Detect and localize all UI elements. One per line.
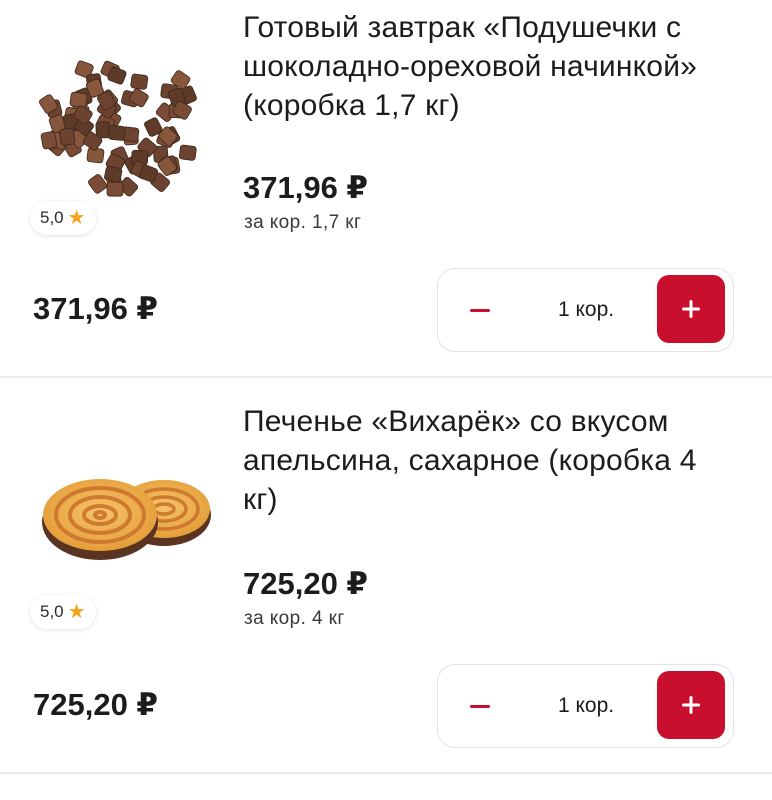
unit-price: 725,20 ₽ bbox=[243, 566, 368, 601]
cart-item: 5,0 ★ Печенье «Вихарёк» со вкусом апельс… bbox=[0, 378, 772, 756]
rating-badge: 5,0 ★ bbox=[30, 201, 96, 235]
item-total: 371,96 ₽ bbox=[33, 291, 158, 326]
product-image-cookies[interactable] bbox=[28, 418, 214, 604]
divider bbox=[0, 772, 772, 774]
cereal-pillows-illustration bbox=[39, 60, 197, 197]
decrease-quantity-button[interactable] bbox=[444, 671, 516, 741]
unit-price-note: за кор. 4 кг bbox=[244, 608, 345, 629]
rating-badge: 5,0 ★ bbox=[30, 595, 96, 629]
minus-icon bbox=[470, 704, 490, 708]
item-total: 725,20 ₽ bbox=[33, 687, 158, 722]
increase-quantity-button[interactable] bbox=[657, 275, 725, 343]
unit-price: 371,96 ₽ bbox=[243, 170, 368, 205]
plus-icon bbox=[682, 300, 700, 318]
cart-item: 5,0 ★ Готовый завтрак «Подушечки с шокол… bbox=[0, 0, 772, 378]
rating-value: 5,0 bbox=[40, 602, 64, 621]
star-icon: ★ bbox=[67, 601, 86, 623]
quantity-stepper: 1 кор. bbox=[437, 268, 734, 352]
product-image-cereal[interactable] bbox=[28, 28, 214, 214]
increase-quantity-button[interactable] bbox=[657, 671, 725, 739]
rating-value: 5,0 bbox=[40, 208, 64, 227]
product-title[interactable]: Готовый завтрак «Подушечки с шоколадно-о… bbox=[243, 8, 753, 125]
quantity-stepper: 1 кор. bbox=[437, 664, 734, 748]
product-title[interactable]: Печенье «Вихарёк» со вкусом апельсина, с… bbox=[243, 402, 723, 519]
orange-cookies-illustration bbox=[42, 479, 211, 560]
cart-list: 5,0 ★ Готовый завтрак «Подушечки с шокол… bbox=[0, 0, 772, 800]
unit-price-note: за кор. 1,7 кг bbox=[244, 212, 362, 233]
plus-icon bbox=[682, 696, 700, 714]
star-icon: ★ bbox=[67, 207, 86, 229]
decrease-quantity-button[interactable] bbox=[444, 275, 516, 345]
minus-icon bbox=[470, 308, 490, 312]
